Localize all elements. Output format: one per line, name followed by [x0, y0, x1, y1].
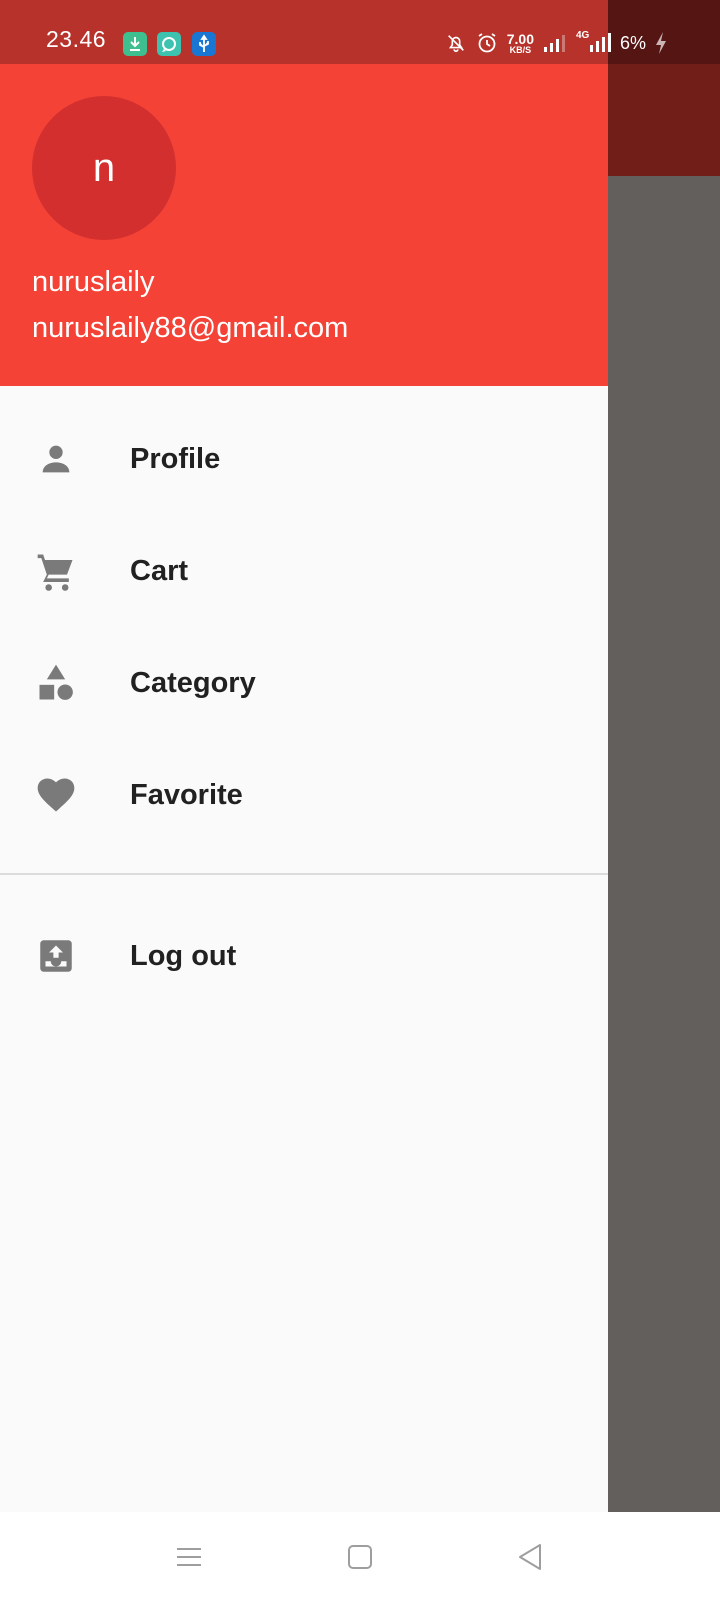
- alarm-icon: [478, 33, 496, 53]
- back-triangle-icon[interactable]: [515, 1542, 545, 1572]
- heart-icon: [34, 773, 78, 817]
- category-icon: [34, 661, 78, 705]
- signal-4g-icon: 4G: [576, 30, 612, 54]
- cart-icon: [34, 549, 78, 593]
- navigation-drawer: n nuruslaily nuruslaily88@gmail.com Prof…: [0, 0, 608, 1512]
- account-name: nuruslaily: [32, 266, 155, 298]
- menu-item-favorite[interactable]: Favorite: [0, 739, 608, 851]
- menu-item-label: Favorite: [130, 778, 243, 811]
- status-right-cluster: 7.00 KB/S 4G 6%: [445, 30, 668, 56]
- menu-item-category[interactable]: Category: [0, 627, 608, 739]
- home-square-icon[interactable]: [345, 1542, 375, 1572]
- avatar[interactable]: n: [32, 96, 176, 240]
- menu-item-label: Profile: [130, 442, 221, 475]
- drawer-header: n nuruslaily nuruslaily88@gmail.com: [0, 64, 608, 386]
- signal-icon: [543, 35, 565, 52]
- net-speed-unit: KB/S: [509, 44, 532, 55]
- account-email: nuruslaily88@gmail.com: [32, 312, 349, 344]
- battery-level: 6%: [619, 32, 646, 53]
- charging-icon: [656, 32, 666, 54]
- net-speed: 7.00 KB/S: [507, 32, 534, 55]
- download-icon: [123, 32, 147, 56]
- menu-item-label: Category: [130, 666, 256, 699]
- system-nav-bar: [0, 1512, 720, 1600]
- net-speed-value: 7.00: [506, 30, 534, 47]
- drawer-menu: Profile Cart Category Favorite: [0, 403, 608, 851]
- menu-item-label: Cart: [130, 554, 189, 587]
- logout-icon: [34, 934, 78, 978]
- usb-icon: [192, 32, 216, 56]
- mute-bell-icon: [447, 35, 464, 53]
- menu-icon[interactable]: [174, 1542, 204, 1572]
- person-icon: [34, 437, 78, 481]
- status-time: 23.46: [46, 26, 107, 52]
- chat-app-icon: [157, 32, 181, 56]
- menu-item-logout[interactable]: Log out: [0, 900, 608, 1012]
- menu-item-profile[interactable]: Profile: [0, 403, 608, 515]
- drawer-divider: [0, 873, 608, 875]
- drawer-logout-section: Log out: [0, 900, 608, 1012]
- menu-item-label: Log out: [130, 939, 237, 972]
- menu-item-cart[interactable]: Cart: [0, 515, 608, 627]
